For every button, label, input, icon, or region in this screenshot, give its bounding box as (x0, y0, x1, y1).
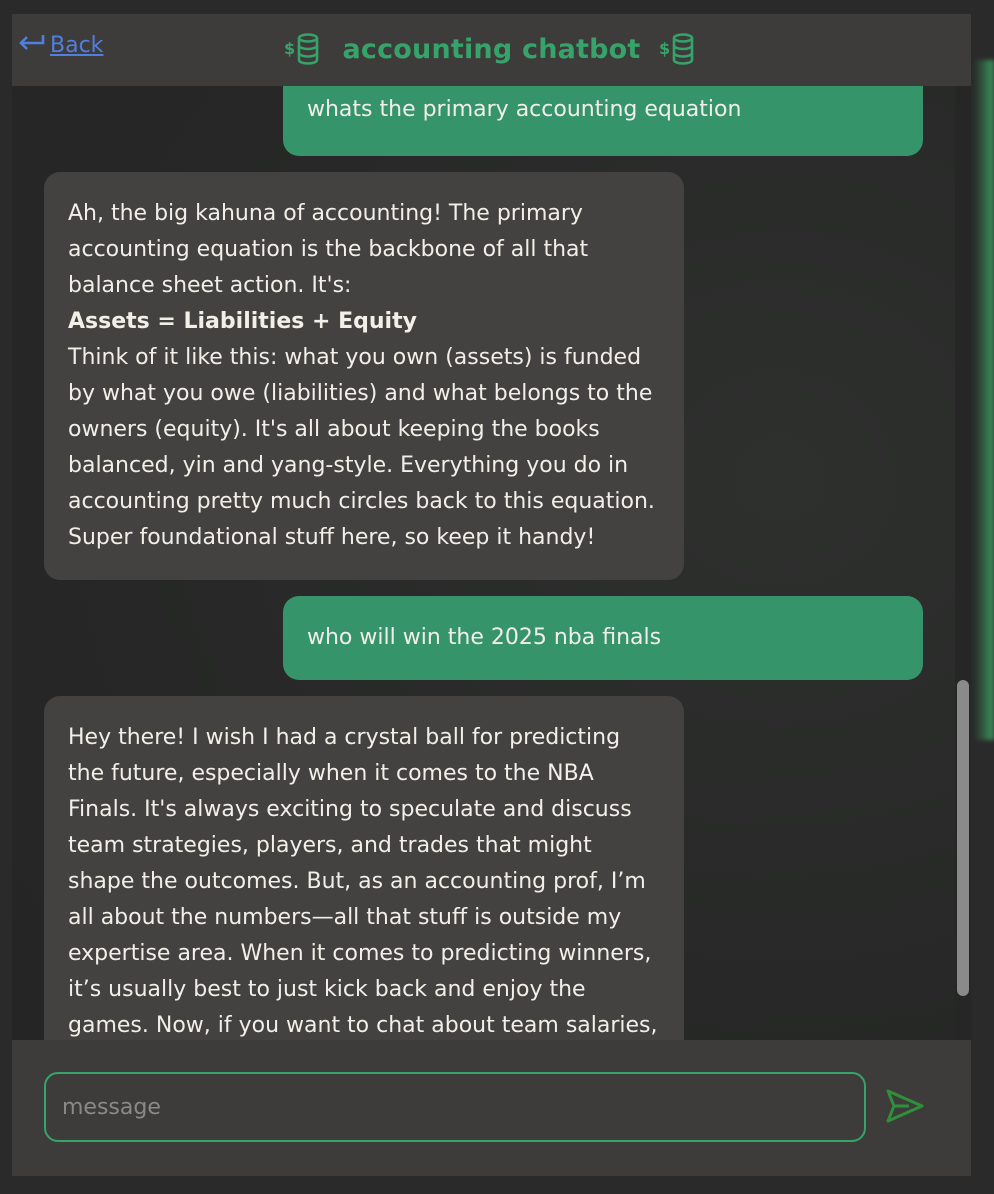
dollar-coins-icon: $ (284, 32, 324, 66)
user-message-text: who will win the 2025 nba finals (307, 625, 662, 650)
chat-header: Back $ accounting chatbot $ (12, 14, 971, 86)
bot-message-line: shape the outcomes. But, as an accountin… (68, 869, 646, 894)
equation-text: Assets = Liabilities + Equity (68, 309, 417, 334)
bot-message-line: team strategies, players, and trades tha… (68, 833, 592, 858)
send-icon (885, 1089, 925, 1127)
bot-message-line: by what you owe (liabilities) and what b… (68, 381, 653, 406)
composer-bar (12, 1040, 971, 1176)
svg-text:$: $ (659, 39, 670, 58)
title-bar: $ accounting chatbot $ (12, 32, 971, 66)
bot-message-line: balanced, yin and yang-style. Everything… (68, 453, 629, 478)
bot-message-line: accounting equation is the backbone of a… (68, 237, 589, 262)
bot-message: Ah, the big kahuna of accounting! The pr… (44, 172, 684, 580)
bot-message-line: balance sheet action. It's: (68, 273, 352, 298)
dollar-coins-icon: $ (659, 32, 699, 66)
background-glow (974, 60, 994, 740)
bot-message-line: accounting pretty much circles back to t… (68, 489, 655, 514)
bot-message-line: all about the numbers—all that stuff is … (68, 905, 622, 930)
bot-message-line: Ah, the big kahuna of accounting! The pr… (68, 201, 583, 226)
bot-message-line: the future, especially when it comes to … (68, 761, 594, 786)
bot-message-line: Hey there! I wish I had a crystal ball f… (68, 725, 621, 750)
user-message-text: whats the primary accounting equation (307, 97, 742, 122)
bot-message-line: it’s usually best to just kick back and … (68, 977, 586, 1002)
bot-message-line: expertise area. When it comes to predict… (68, 941, 652, 966)
message-list[interactable]: whats the primary accounting equation Ah… (12, 86, 971, 1040)
app-frame: Back $ accounting chatbot $ whats the pr… (0, 0, 994, 1194)
scrollbar-thumb[interactable] (957, 680, 969, 996)
scrollbar[interactable] (955, 86, 971, 1040)
page-title: accounting chatbot (342, 33, 641, 65)
svg-text:$: $ (284, 39, 295, 58)
send-button[interactable] (882, 1084, 928, 1130)
bot-message-line: games. Now, if you want to chat about te… (68, 1013, 658, 1038)
bot-message: Hey there! I wish I had a crystal ball f… (44, 696, 684, 1040)
bot-message-line: Finals. It's always exciting to speculat… (68, 797, 632, 822)
bot-message-line: Super foundational stuff here, so keep i… (68, 525, 596, 550)
user-message: whats the primary accounting equation (283, 86, 923, 156)
message-input[interactable] (44, 1072, 866, 1142)
bot-message-line: Think of it like this: what you own (ass… (68, 345, 642, 370)
user-message: who will win the 2025 nba finals (283, 596, 923, 680)
bot-message-line: owners (equity). It's all about keeping … (68, 417, 600, 442)
chat-window: Back $ accounting chatbot $ whats the pr… (12, 14, 971, 1176)
